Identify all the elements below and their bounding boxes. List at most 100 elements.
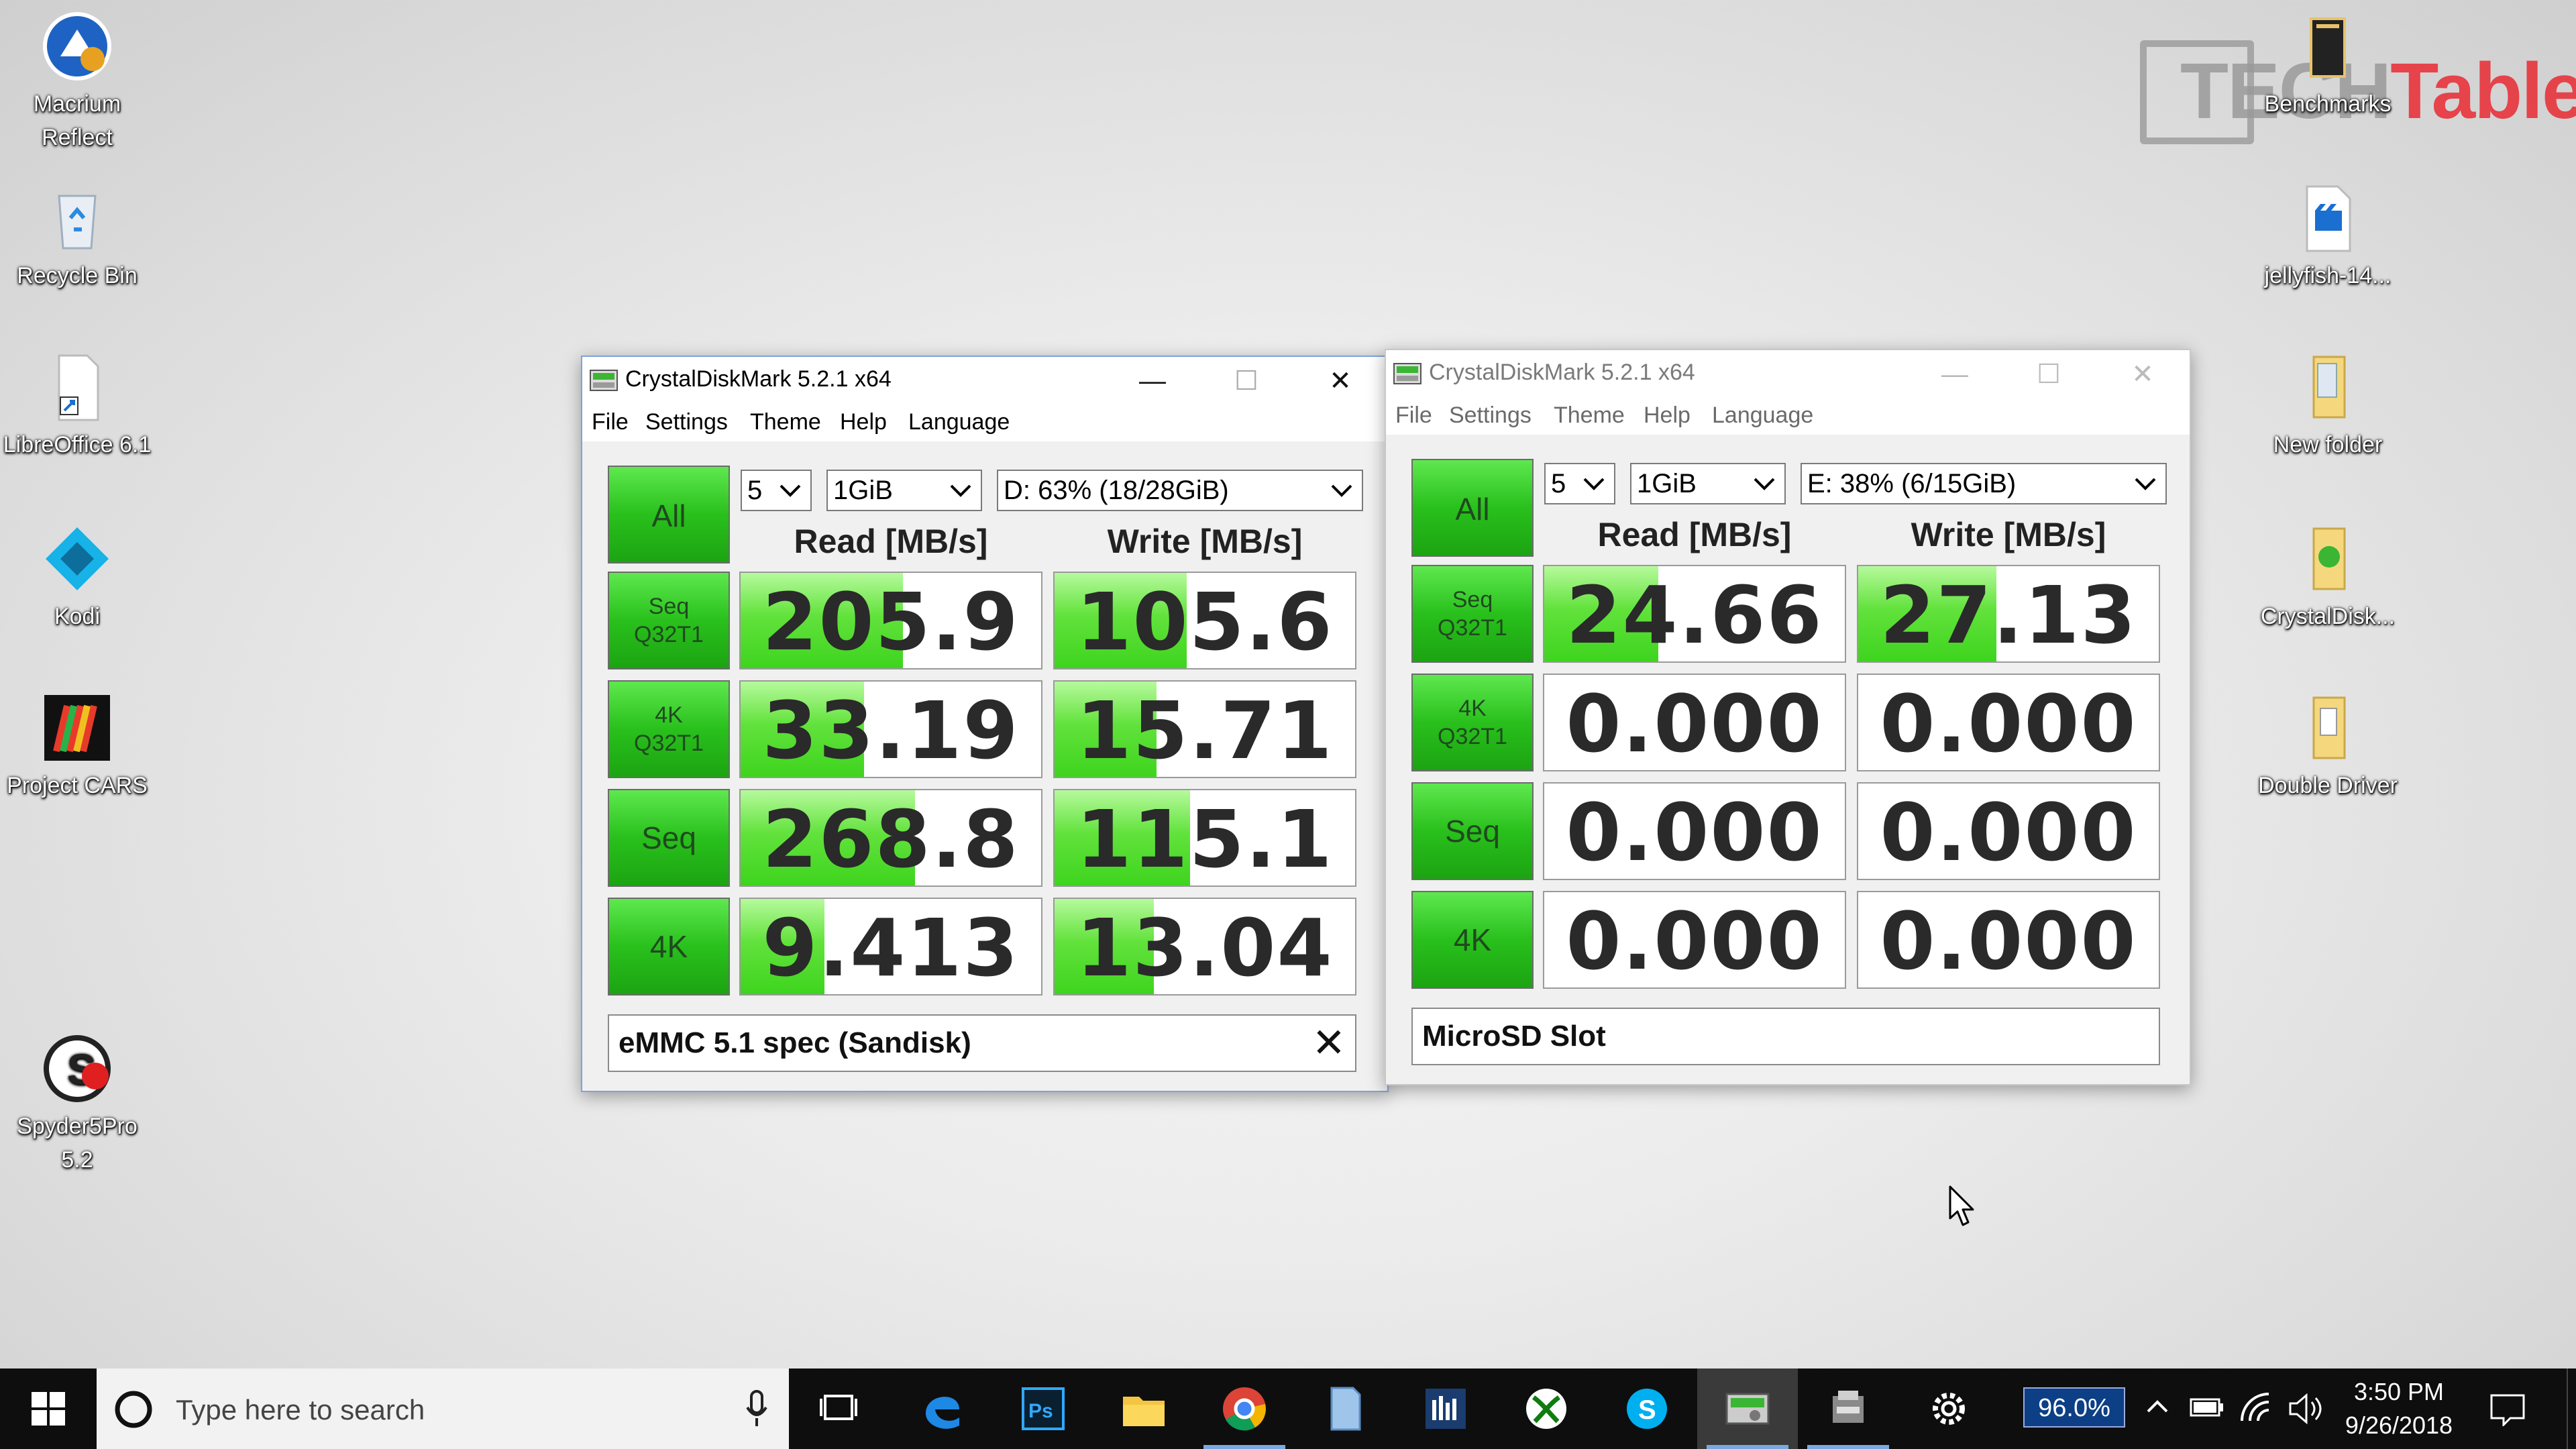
percent-badge[interactable]: 96.0%	[2023, 1387, 2125, 1428]
taskbar-search-box[interactable]: Type here to search	[97, 1368, 789, 1449]
battery-icon[interactable]	[2188, 1394, 2226, 1421]
drive-select[interactable]: D: 63% (18/28GiB)	[997, 470, 1363, 511]
desktop-icon-kodi[interactable]: Kodi	[0, 522, 154, 633]
wifi-icon[interactable]	[2238, 1391, 2275, 1425]
app-taskbar-button[interactable]	[1395, 1368, 1496, 1449]
skype-taskbar-button[interactable]: S	[1597, 1368, 1697, 1449]
drive-select[interactable]: E: 38% (6/15GiB)	[1801, 463, 2167, 504]
desktop-icon-label: Kodi	[54, 604, 101, 629]
test-count-value: 5	[1551, 469, 1566, 498]
test-count-select[interactable]: 5	[741, 470, 812, 511]
notepad-taskbar-button[interactable]	[1295, 1368, 1395, 1449]
video-file-icon	[2291, 181, 2365, 255]
maximize-button[interactable]: ☐	[1199, 357, 1293, 405]
active-indicator	[1707, 1445, 1788, 1449]
all-button[interactable]: All	[608, 466, 730, 564]
chevron-down-icon	[2135, 478, 2156, 490]
task-view-button[interactable]	[792, 1368, 885, 1449]
read-result-cell: 0.000	[1543, 782, 1846, 880]
seq-button[interactable]: Seq	[608, 789, 730, 887]
4k-button[interactable]: 4K	[1411, 891, 1534, 989]
title-bar[interactable]: CrystalDiskMark 5.2.1 x64 — ☐ ✕	[582, 357, 1387, 405]
test-size-value: 1GiB	[833, 476, 893, 505]
menu-file[interactable]: File	[1395, 402, 1432, 429]
chrome-taskbar-button[interactable]	[1194, 1368, 1295, 1449]
seq-q32t1-button[interactable]: Seq Q32T1	[1411, 565, 1534, 663]
desktop-icon-spyder5pro[interactable]: S Spyder5Pro 5.2	[0, 1032, 154, 1177]
app-taskbar-button-2[interactable]	[1798, 1368, 1898, 1449]
desktop-icon-label: Spyder5Pro 5.2	[17, 1114, 138, 1173]
menu-settings[interactable]: Settings	[645, 409, 728, 435]
read-value: 0.000	[1566, 895, 1823, 987]
read-value: 205.9	[762, 576, 1020, 668]
crystaldiskmark-icon	[1725, 1393, 1770, 1425]
edge-taskbar-button[interactable]	[892, 1368, 993, 1449]
test-count-select[interactable]: 5	[1544, 463, 1615, 504]
menu-bar: File Settings Theme Help Language	[582, 405, 1387, 441]
desktop-icon-label: jellyfish-14...	[2264, 263, 2392, 288]
volume-icon[interactable]	[2286, 1393, 2324, 1425]
4k-q32t1-button[interactable]: 4K Q32T1	[608, 680, 730, 778]
title-bar[interactable]: CrystalDiskMark 5.2.1 x64 — ☐ ✕	[1386, 350, 2190, 398]
read-result-cell: 33.19	[739, 680, 1042, 778]
action-center-icon[interactable]	[2489, 1393, 2526, 1426]
clear-comment-icon[interactable]: ✕	[1312, 1016, 1346, 1071]
chevron-up-icon[interactable]	[2144, 1397, 2171, 1417]
percent-badge-value: 96.0%	[2038, 1394, 2110, 1422]
desktop-icon-jellyfish-video[interactable]: jellyfish-14...	[2251, 181, 2405, 292]
comment-field[interactable]: eMMC 5.1 spec (Sandisk) ✕	[608, 1014, 1356, 1072]
minimize-button[interactable]: —	[1908, 350, 2002, 398]
desktop-icon-label: Benchmarks	[2264, 91, 2392, 117]
close-button[interactable]: ✕	[1293, 357, 1387, 405]
file-explorer-taskbar-button[interactable]	[1093, 1368, 1194, 1449]
menu-language[interactable]: Language	[908, 409, 1010, 435]
start-button[interactable]	[0, 1368, 97, 1449]
close-button[interactable]: ✕	[2096, 350, 2190, 398]
crystaldiskmark-taskbar-button[interactable]	[1697, 1368, 1798, 1449]
desktop-icon-project-cars[interactable]: Project CARS	[0, 691, 154, 802]
menu-language[interactable]: Language	[1712, 402, 1813, 429]
desktop-icon-label: Recycle Bin	[17, 263, 138, 288]
all-button[interactable]: All	[1411, 459, 1534, 557]
photoshop-taskbar-button[interactable]: Ps	[993, 1368, 1093, 1449]
chevron-down-icon	[780, 484, 801, 497]
write-value: 27.13	[1880, 569, 2137, 661]
desktop-icon-benchmarks[interactable]: Benchmarks	[2251, 9, 2405, 121]
seq-q32t1-button[interactable]: Seq Q32T1	[608, 572, 730, 669]
comment-field[interactable]: MicroSD Slot	[1411, 1008, 2160, 1065]
minimize-button[interactable]: —	[1106, 357, 1199, 405]
crystaldisk-shortcut-icon	[2291, 522, 2365, 596]
menu-theme[interactable]: Theme	[1554, 402, 1625, 429]
menu-settings[interactable]: Settings	[1449, 402, 1532, 429]
row-label-line2: Q32T1	[634, 731, 704, 756]
menu-file[interactable]: File	[592, 409, 629, 435]
4k-q32t1-button[interactable]: 4K Q32T1	[1411, 674, 1534, 771]
desktop-icon-recycle-bin[interactable]: Recycle Bin	[0, 181, 154, 292]
spyder5pro-icon: S	[40, 1032, 114, 1106]
desktop-icon-new-folder[interactable]: New folder	[2251, 350, 2405, 462]
4k-button[interactable]: 4K	[608, 898, 730, 996]
desktop-icon-libreoffice[interactable]: LibreOffice 6.1	[0, 350, 154, 462]
clock[interactable]: 3:50 PM 9/26/2018	[2332, 1378, 2466, 1442]
read-result-cell: 205.9	[739, 572, 1042, 669]
xbox-taskbar-button[interactable]	[1496, 1368, 1597, 1449]
maximize-button[interactable]: ☐	[2002, 350, 2096, 398]
menu-help[interactable]: Help	[840, 409, 887, 435]
settings-taskbar-button[interactable]	[1898, 1368, 1999, 1449]
microphone-icon[interactable]	[745, 1390, 769, 1428]
desktop-icon-macrium-reflect[interactable]: Macrium Reflect	[0, 9, 154, 154]
menu-help[interactable]: Help	[1644, 402, 1690, 429]
write-header: Write [MB/s]	[1107, 523, 1303, 560]
row-label-line1: 4K	[1458, 696, 1487, 721]
desktop-icon-crystaldisk[interactable]: CrystalDisk...	[2251, 522, 2405, 633]
show-desktop-button[interactable]	[2567, 1368, 2576, 1449]
clock-time: 3:50 PM	[2353, 1378, 2445, 1405]
desktop-icon-label: New folder	[2273, 432, 2383, 458]
desktop-icon-double-driver[interactable]: Double Driver	[2251, 691, 2405, 802]
seq-button[interactable]: Seq	[1411, 782, 1534, 880]
test-count-value: 5	[747, 476, 763, 505]
test-size-select[interactable]: 1GiB	[826, 470, 982, 511]
crystaldiskmark-icon	[1393, 363, 1421, 384]
menu-theme[interactable]: Theme	[750, 409, 821, 435]
test-size-select[interactable]: 1GiB	[1630, 463, 1786, 504]
